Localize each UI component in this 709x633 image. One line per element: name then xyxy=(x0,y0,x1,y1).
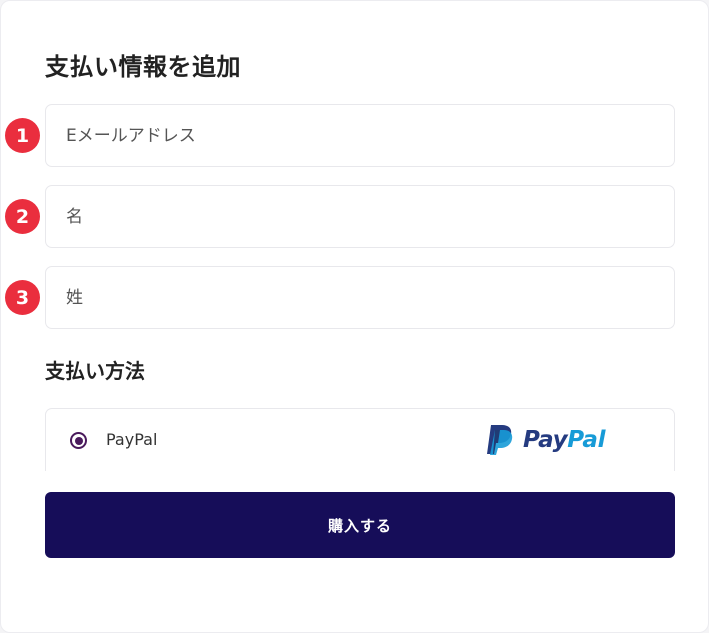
last-name-field[interactable] xyxy=(45,266,675,329)
last-name-input[interactable] xyxy=(46,267,674,328)
radio-selected-dot xyxy=(74,436,83,445)
paypal-word-pal: Pal xyxy=(567,427,606,453)
paypal-icon xyxy=(487,425,513,455)
paypal-wordmark: PayPal xyxy=(523,427,605,453)
paypal-option[interactable]: PayPal PayPal xyxy=(45,408,675,471)
paypal-word-pay: Pay xyxy=(523,427,568,453)
first-name-input[interactable] xyxy=(46,186,674,247)
email-field[interactable] xyxy=(45,104,675,167)
purchase-button[interactable]: 購入する xyxy=(45,492,675,558)
step-marker-2: 2 xyxy=(5,199,40,234)
form-title: 支払い情報を追加 xyxy=(45,53,241,81)
payment-method-title: 支払い方法 xyxy=(45,359,145,383)
payment-form-card: 支払い情報を追加 1 2 3 支払い方法 PayPal PayPal 購入する xyxy=(0,0,709,633)
paypal-logo: PayPal xyxy=(486,424,605,456)
step-marker-3: 3 xyxy=(5,280,40,315)
paypal-option-label: PayPal xyxy=(106,430,158,449)
step-marker-1: 1 xyxy=(5,118,40,153)
first-name-field[interactable] xyxy=(45,185,675,248)
paypal-radio[interactable] xyxy=(70,432,87,449)
email-input[interactable] xyxy=(46,105,674,166)
